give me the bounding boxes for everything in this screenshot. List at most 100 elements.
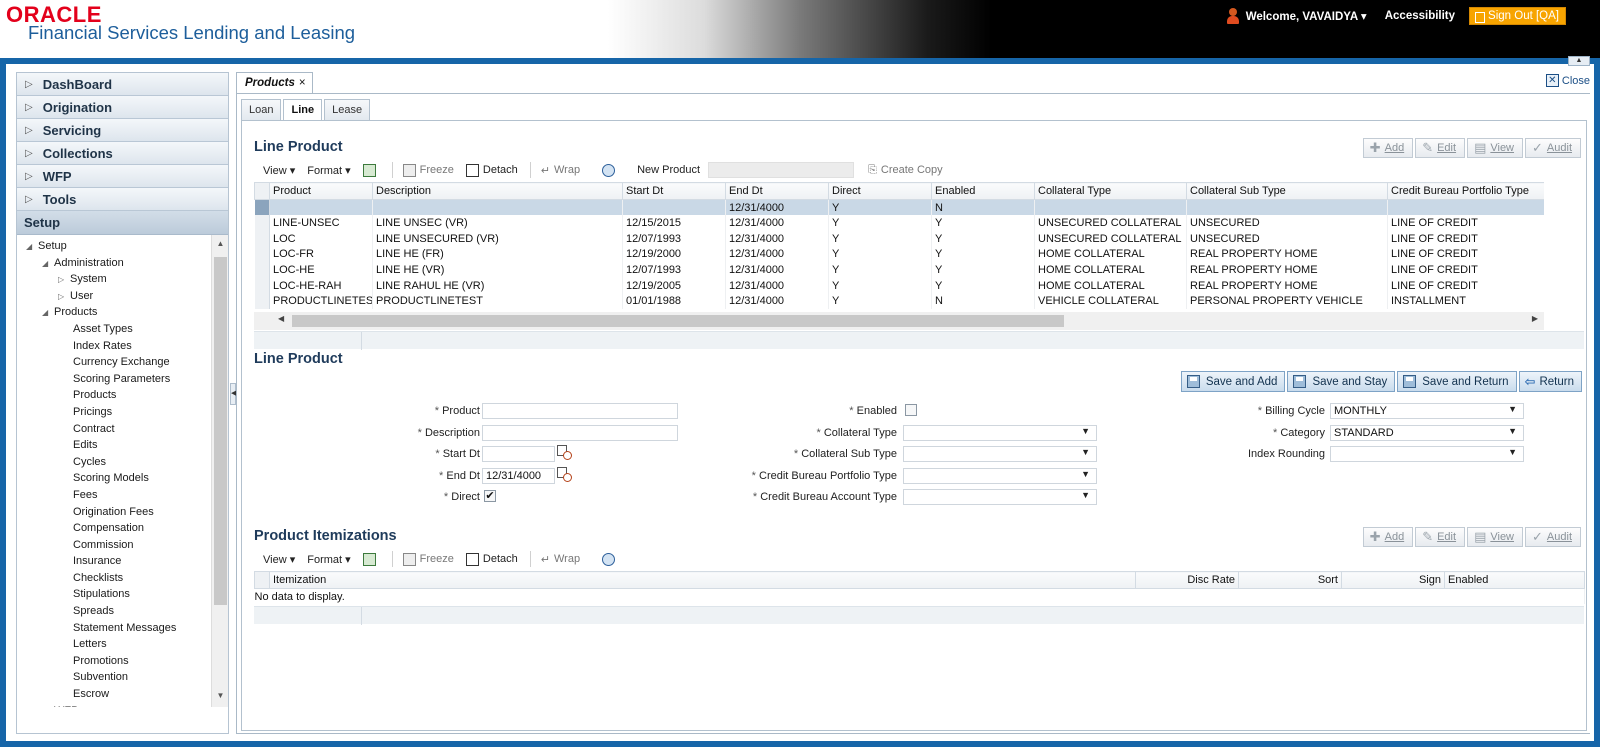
column-header-sort[interactable]: Sort bbox=[1238, 571, 1342, 589]
tree-item-setup[interactable]: ◢ Setup bbox=[17, 238, 228, 255]
sign-out-button[interactable]: Sign Out [QA] bbox=[1469, 7, 1566, 25]
tab-products[interactable]: Products × bbox=[236, 72, 313, 94]
tree-item-subvention[interactable]: Subvention bbox=[17, 669, 228, 686]
column-header-enabled[interactable]: Enabled bbox=[931, 182, 1035, 200]
cb-portfolio-type-select[interactable]: ▼ bbox=[903, 468, 1097, 484]
tree-item-promotions[interactable]: Promotions bbox=[17, 653, 228, 670]
tree-item-fees[interactable]: Fees bbox=[17, 487, 228, 504]
row-header[interactable] bbox=[254, 277, 270, 294]
cb-account-type-select[interactable]: ▼ bbox=[903, 489, 1097, 505]
accordion-origination[interactable]: ▷ Origination bbox=[17, 96, 228, 119]
detach-button[interactable]: Detach bbox=[465, 552, 518, 566]
tree-item-checklists[interactable]: Checklists bbox=[17, 570, 228, 587]
tab-lease[interactable]: Lease bbox=[324, 99, 371, 121]
column-header-end-dt[interactable]: End Dt bbox=[725, 182, 829, 200]
view-menu[interactable]: View ▾ bbox=[263, 553, 295, 566]
table-row[interactable]: LINE-UNSEC LINE UNSEC (VR) 12/15/2015 12/31… bbox=[254, 215, 1544, 231]
tree-item-cycles[interactable]: Cycles bbox=[17, 454, 228, 471]
scroll-down-icon[interactable]: ▼ bbox=[212, 691, 228, 705]
close-tab-icon[interactable]: × bbox=[299, 77, 306, 89]
tree-item-user[interactable]: ▷ User bbox=[17, 288, 228, 305]
save-and-add-button[interactable]: Save and Add bbox=[1180, 371, 1286, 392]
tree-item-origination-fees[interactable]: Origination Fees bbox=[17, 504, 228, 521]
tab-loan[interactable]: Loan bbox=[241, 99, 282, 121]
scroll-left-icon[interactable]: ◀ bbox=[278, 314, 284, 323]
tree-item-scoring-models[interactable]: Scoring Models bbox=[17, 470, 228, 487]
tree-item-asset-types[interactable]: Asset Types bbox=[17, 321, 228, 338]
enabled-checkbox[interactable] bbox=[905, 404, 917, 416]
collateral-type-select[interactable]: ▼ bbox=[903, 425, 1097, 441]
tree-item-statement-messages[interactable]: Statement Messages bbox=[17, 620, 228, 637]
tree-item-spreads[interactable]: Spreads bbox=[17, 603, 228, 620]
close-link[interactable]: ✕ Close bbox=[1545, 74, 1590, 87]
table-row[interactable]: 12/31/4000 Y N bbox=[254, 199, 1544, 216]
itemization-add-button[interactable]: ✚ Add bbox=[1362, 527, 1414, 547]
accordion-dashboard[interactable]: ▷ DashBoard bbox=[17, 73, 228, 96]
format-menu[interactable]: Format ▾ bbox=[307, 164, 350, 177]
calendar-icon[interactable] bbox=[557, 445, 573, 461]
scroll-up-icon[interactable]: ▲ bbox=[212, 239, 228, 253]
add-button[interactable]: ✚ Add bbox=[1362, 138, 1414, 158]
accordion-setup[interactable]: Setup bbox=[17, 211, 228, 235]
column-header-start-dt[interactable]: Start Dt bbox=[622, 182, 726, 200]
start-dt-input[interactable] bbox=[482, 446, 555, 462]
tree-item-commission[interactable]: Commission bbox=[17, 537, 228, 554]
welcome-user-menu[interactable]: Welcome, VAVAIDYA ▾ bbox=[1246, 9, 1367, 23]
tab-line[interactable]: Line bbox=[283, 99, 323, 121]
expand-toggle-icon[interactable]: ▷ bbox=[58, 272, 70, 289]
index-rounding-select[interactable]: ▼ bbox=[1330, 446, 1524, 462]
wrap-button[interactable]: ↵ Wrap bbox=[541, 553, 580, 566]
export-icon[interactable] bbox=[362, 163, 380, 177]
row-header[interactable] bbox=[254, 199, 270, 216]
tree-item-currency-exchange[interactable]: Currency Exchange bbox=[17, 354, 228, 371]
tree-item-compensation[interactable]: Compensation bbox=[17, 520, 228, 537]
scroll-thumb[interactable] bbox=[214, 257, 227, 605]
freeze-button[interactable]: Freeze bbox=[402, 163, 454, 177]
accessibility-link[interactable]: Accessibility bbox=[1385, 10, 1455, 22]
save-and-stay-button[interactable]: Save and Stay bbox=[1287, 371, 1396, 392]
tree-item-products[interactable]: Products bbox=[17, 387, 228, 404]
column-header-sign[interactable]: Sign bbox=[1341, 571, 1445, 589]
accordion-wfp[interactable]: ▷ WFP bbox=[17, 165, 228, 188]
column-header-product[interactable]: Product bbox=[269, 182, 373, 200]
tree-item-escrow[interactable]: Escrow bbox=[17, 686, 228, 703]
accordion-collections[interactable]: ▷ Collections bbox=[17, 142, 228, 165]
category-select[interactable]: STANDARD ▼ bbox=[1330, 425, 1524, 441]
wrap-button[interactable]: ↵ Wrap bbox=[541, 164, 580, 177]
table-row[interactable]: LOC-FR LINE HE (FR) 12/19/2000 12/31/4000 Y Y… bbox=[254, 246, 1544, 263]
accordion-servicing[interactable]: ▷ Servicing bbox=[17, 119, 228, 142]
tree-item-scoring-parameters[interactable]: Scoring Parameters bbox=[17, 371, 228, 388]
column-header-description[interactable]: Description bbox=[372, 182, 623, 200]
collateral-sub-type-select[interactable]: ▼ bbox=[903, 446, 1097, 462]
tree-item-pricings[interactable]: Pricings bbox=[17, 404, 228, 421]
save-and-return-button[interactable]: Save and Return bbox=[1397, 371, 1517, 392]
column-header-collateral-sub-type[interactable]: Collateral Sub Type bbox=[1186, 182, 1388, 200]
description-input[interactable] bbox=[482, 425, 678, 441]
tree-item-edits[interactable]: Edits bbox=[17, 437, 228, 454]
expand-toggle-icon[interactable]: ◢ bbox=[26, 239, 38, 256]
view-menu[interactable]: View ▾ bbox=[263, 164, 295, 177]
tree-item-system[interactable]: ▷ System bbox=[17, 271, 228, 288]
tree-scrollbar[interactable]: ▲ ▼ bbox=[211, 235, 228, 707]
freeze-button[interactable]: Freeze bbox=[402, 552, 454, 566]
audit-button[interactable]: ✓ Audit bbox=[1525, 138, 1581, 158]
tree-item-letters[interactable]: Letters bbox=[17, 636, 228, 653]
new-product-input[interactable] bbox=[708, 162, 855, 178]
tree-item-stipulations[interactable]: Stipulations bbox=[17, 586, 228, 603]
tree-item-products[interactable]: ◢ Products bbox=[17, 304, 228, 321]
refresh-icon[interactable] bbox=[602, 163, 619, 177]
grid-horizontal-scrollbar[interactable]: ◀ ▶ bbox=[254, 312, 1544, 330]
product-input[interactable] bbox=[482, 403, 678, 419]
tree-item-insurance[interactable]: Insurance bbox=[17, 553, 228, 570]
calendar-icon[interactable] bbox=[557, 467, 573, 483]
column-header-direct[interactable]: Direct bbox=[828, 182, 932, 200]
table-row[interactable]: PRODUCTLINETEST PRODUCTLINETEST 01/01/1988… bbox=[254, 293, 1544, 310]
expand-toggle-icon[interactable]: ▷ bbox=[58, 289, 70, 306]
expand-toggle-icon[interactable]: ◢ bbox=[42, 704, 54, 708]
row-header[interactable] bbox=[254, 215, 270, 231]
direct-checkbox[interactable]: ✔ bbox=[484, 490, 496, 502]
row-header[interactable] bbox=[254, 293, 270, 310]
itemization-audit-button[interactable]: ✓ Audit bbox=[1525, 527, 1581, 547]
return-button[interactable]: ⇦ Return bbox=[1518, 371, 1582, 392]
accordion-tools[interactable]: ▷ Tools bbox=[17, 188, 228, 211]
